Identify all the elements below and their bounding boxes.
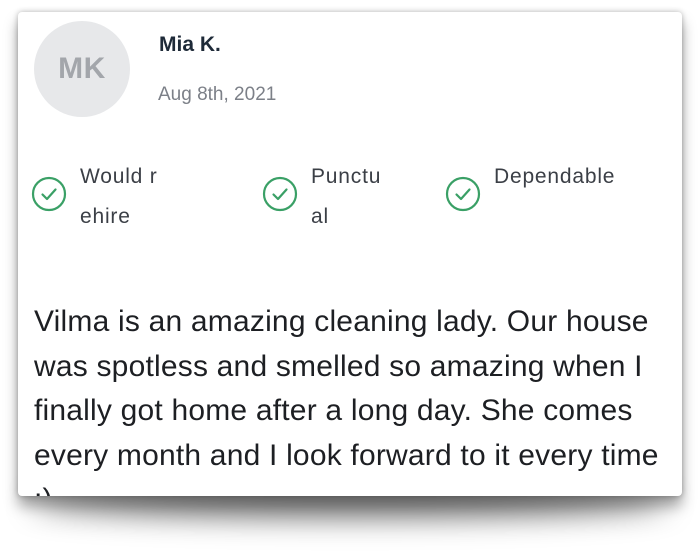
avatar-initials: MK (58, 52, 106, 85)
check-circle-icon (262, 176, 298, 212)
badge-label: Would rehire (80, 165, 158, 228)
reviewer-name: Mia K. (159, 33, 221, 56)
review-card: MK Mia K. Aug 8th, 2021 Would rehire Pun… (18, 12, 682, 496)
review-date: Aug 8th, 2021 (158, 84, 277, 105)
badge-punctual: Punctual (262, 157, 391, 237)
check-circle-icon (31, 176, 67, 212)
badge-label: Punctual (311, 165, 382, 228)
avatar: MK (34, 21, 130, 117)
review-text: Vilma is an amazing cleaning lady. Our h… (34, 305, 659, 496)
check-circle-icon (445, 176, 481, 212)
badge-would-rehire: Would rehire (31, 157, 166, 237)
badge-label: Dependable (494, 165, 616, 188)
badge-dependable: Dependable (445, 157, 622, 212)
